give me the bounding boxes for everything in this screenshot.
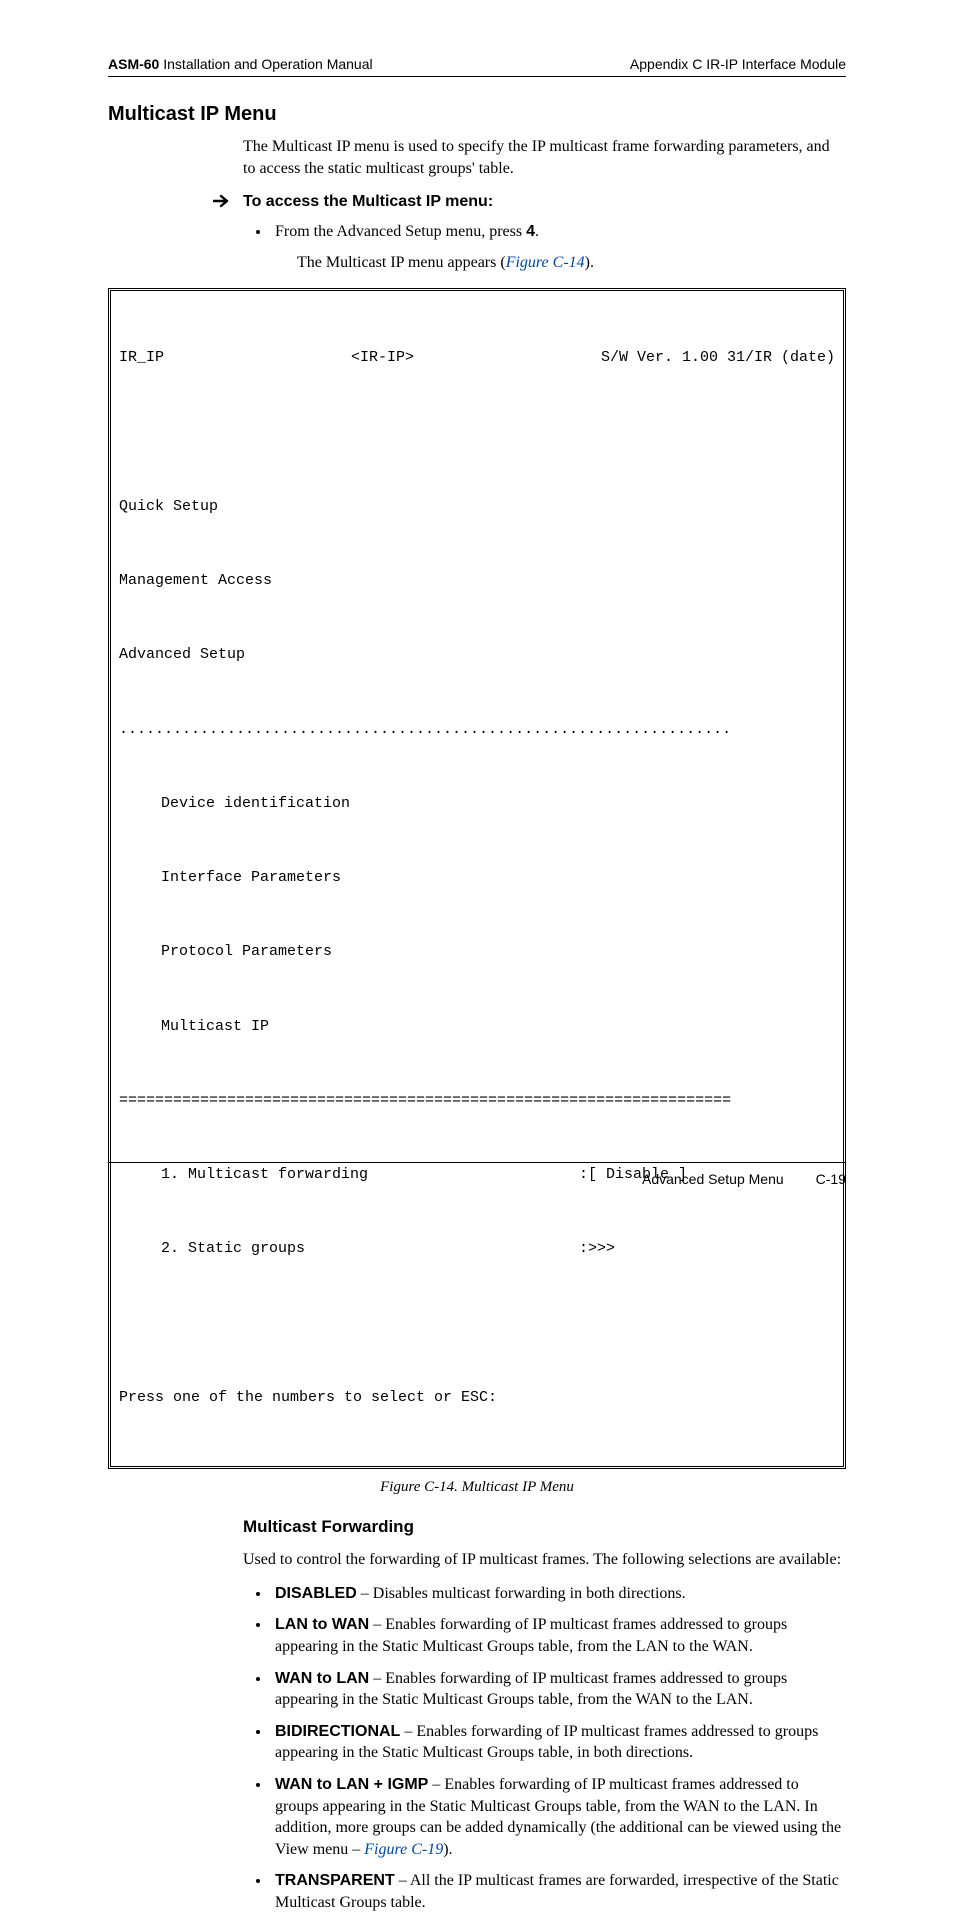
- option-term: TRANSPARENT: [275, 1872, 395, 1889]
- list-item: LAN to WAN – Enables forwarding of IP mu…: [271, 1614, 846, 1657]
- option-desc-post: ).: [443, 1841, 452, 1858]
- step-key: 4: [526, 223, 535, 240]
- terminal-header-row: IR_IP <IR-IP> S/W Ver. 1.00 31/IR (date): [119, 346, 835, 371]
- terminal-line: Advanced Setup: [119, 643, 835, 668]
- forwarding-options-list: DISABLED – Disables multicast forwarding…: [243, 1583, 846, 1913]
- section-body: The Multicast IP menu is used to specify…: [243, 136, 846, 274]
- figure-caption: Figure C-14. Multicast IP Menu: [108, 1479, 846, 1496]
- result-post: ).: [585, 254, 594, 271]
- list-item: WAN to LAN – Enables forwarding of IP mu…: [271, 1668, 846, 1711]
- option-term: WAN to LAN: [275, 1670, 369, 1687]
- procedure-heading-row: To access the Multicast IP menu:: [213, 191, 846, 215]
- list-item: DISABLED – Disables multicast forwarding…: [271, 1583, 846, 1605]
- forwarding-section: Multicast Forwarding Used to control the…: [243, 1516, 846, 1913]
- terminal-prompt: Press one of the numbers to select or ES…: [119, 1386, 835, 1411]
- terminal-option-label: 2. Static groups: [119, 1237, 579, 1262]
- terminal-subline: Multicast IP: [119, 1015, 835, 1040]
- list-item: BIDIRECTIONAL – Enables forwarding of IP…: [271, 1721, 846, 1764]
- list-item: TRANSPARENT – All the IP multicast frame…: [271, 1870, 846, 1913]
- forwarding-title: Multicast Forwarding: [243, 1516, 846, 1539]
- page: ASM-60 Installation and Operation Manual…: [0, 0, 954, 1235]
- terminal-subline: Interface Parameters: [119, 866, 835, 891]
- result-paragraph: The Multicast IP menu appears (Figure C-…: [297, 252, 846, 274]
- terminal-device: <IR-IP>: [351, 346, 414, 371]
- footer-section: Advanced Setup Menu: [642, 1171, 784, 1187]
- terminal-line: Quick Setup: [119, 495, 835, 520]
- list-item: From the Advanced Setup menu, press 4.: [271, 221, 846, 243]
- terminal-line: Management Access: [119, 569, 835, 594]
- section-title: Multicast IP Menu: [108, 103, 846, 126]
- option-term: BIDIRECTIONAL: [275, 1723, 400, 1740]
- result-pre: The Multicast IP menu appears (: [297, 254, 506, 271]
- list-item: WAN to LAN + IGMP – Enables forwarding o…: [271, 1774, 846, 1860]
- procedure-steps: From the Advanced Setup menu, press 4.: [243, 221, 846, 243]
- doc-title: Installation and Operation Manual: [159, 56, 372, 72]
- terminal-version: S/W Ver. 1.00 31/IR (date): [601, 346, 835, 371]
- terminal-menu-box: IR_IP <IR-IP> S/W Ver. 1.00 31/IR (date)…: [108, 288, 846, 1469]
- running-header: ASM-60 Installation and Operation Manual…: [108, 56, 846, 77]
- terminal-id: IR_IP: [119, 346, 164, 371]
- terminal-subline: Device identification: [119, 792, 835, 817]
- terminal-divider-dots: ........................................…: [119, 718, 835, 743]
- forwarding-intro: Used to control the forwarding of IP mul…: [243, 1549, 846, 1571]
- option-term: WAN to LAN + IGMP: [275, 1776, 428, 1793]
- intro-paragraph: The Multicast IP menu is used to specify…: [243, 136, 846, 179]
- figure-link[interactable]: Figure C-19: [364, 1841, 443, 1858]
- footer-page-number: C-19: [816, 1171, 846, 1187]
- terminal-option-row: 2. Static groups :>>>: [119, 1237, 835, 1262]
- terminal-divider-equals: ========================================…: [119, 1089, 835, 1114]
- arrow-icon: [213, 193, 233, 215]
- option-desc: – Disables multicast forwarding in both …: [357, 1585, 686, 1602]
- figure-link[interactable]: Figure C-14: [506, 254, 585, 271]
- header-left: ASM-60 Installation and Operation Manual: [108, 56, 373, 72]
- header-right: Appendix C IR-IP Interface Module: [630, 56, 846, 72]
- option-term: DISABLED: [275, 1585, 357, 1602]
- running-footer: Advanced Setup Menu C-19: [108, 1162, 846, 1187]
- terminal-option-value: :>>>: [579, 1237, 615, 1262]
- step-text: From the Advanced Setup menu, press: [275, 223, 526, 240]
- step-text-post: .: [535, 223, 539, 240]
- product-name: ASM-60: [108, 56, 159, 72]
- procedure-heading: To access the Multicast IP menu:: [243, 191, 493, 213]
- terminal-subline: Protocol Parameters: [119, 940, 835, 965]
- option-term: LAN to WAN: [275, 1616, 369, 1633]
